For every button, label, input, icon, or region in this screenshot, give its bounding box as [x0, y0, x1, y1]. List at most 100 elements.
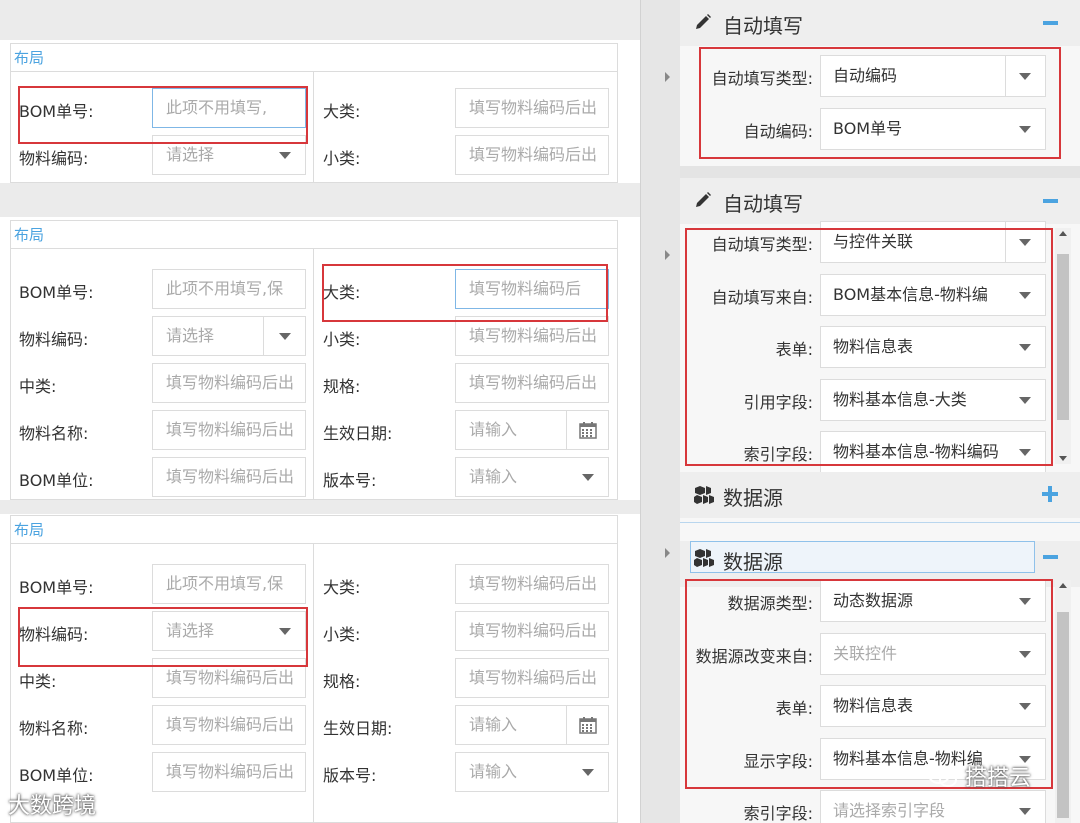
section-header-autofill[interactable]: 自动填写: [680, 178, 1080, 224]
property-value: BOM基本信息-物料编: [833, 284, 988, 304]
calendar-icon[interactable]: [566, 706, 608, 744]
section-header-autofill[interactable]: 自动填写: [680, 0, 1080, 46]
collapse-icon[interactable]: [1043, 555, 1058, 559]
chevron-down-icon[interactable]: [279, 628, 291, 635]
expand-arrow-icon[interactable]: [665, 250, 670, 260]
select-field[interactable]: 请输入: [455, 457, 609, 497]
field-label: BOM单号:: [19, 102, 94, 121]
property-label: 索引字段:: [743, 804, 813, 823]
divider: [680, 522, 1080, 523]
chevron-down-icon[interactable]: [582, 769, 594, 776]
watermark-text: 大数跨境: [8, 794, 97, 819]
collapse-icon[interactable]: [1043, 199, 1058, 203]
field-placeholder: 填写物料编码后出: [469, 574, 598, 593]
field-placeholder: 请输入: [469, 467, 518, 486]
text-field[interactable]: 填写物料编码后出: [455, 316, 609, 356]
chevron-down-icon[interactable]: [1019, 125, 1031, 133]
field-label: BOM单号:: [19, 283, 94, 302]
cubes-icon: [694, 548, 716, 572]
chevron-down-icon[interactable]: [1019, 344, 1031, 351]
calendar-icon[interactable]: [566, 411, 608, 449]
text-field[interactable]: 填写物料编码后出: [455, 88, 609, 128]
text-field[interactable]: 填写物料编码后出: [455, 658, 609, 698]
layout-panel-1[interactable]: 布局 BOM单号: 此项不用填写, 物料编码: 请选择 大类: 填写物料编码后出 小类: 填…: [10, 43, 618, 183]
text-field[interactable]: 填写物料编码后出: [455, 363, 609, 403]
scrollbar-thumb[interactable]: [1057, 254, 1069, 420]
chevron-down-icon[interactable]: [1019, 703, 1031, 710]
expand-arrow-icon[interactable]: [665, 548, 670, 558]
property-select[interactable]: 物料信息表: [820, 326, 1046, 368]
section-title: 数据源: [723, 486, 783, 510]
text-field[interactable]: 填写物料编码后出: [152, 705, 306, 745]
property-select[interactable]: 请选择索引字段: [820, 790, 1046, 823]
section-header-datasource[interactable]: 数据源: [680, 472, 1080, 518]
chevron-down-icon[interactable]: [279, 333, 291, 340]
property-select[interactable]: 自动编码: [820, 55, 1046, 97]
chevron-down-icon[interactable]: [1019, 449, 1031, 456]
chevron-down-icon[interactable]: [1019, 396, 1031, 404]
property-label: 表单:: [775, 340, 813, 359]
text-field[interactable]: 填写物料编码后出: [455, 135, 609, 175]
text-field[interactable]: 填写物料编码后出: [152, 752, 306, 792]
field-placeholder: 此项不用填写,: [166, 98, 268, 117]
property-select[interactable]: 物料信息表: [820, 685, 1046, 727]
property-select[interactable]: 物料基本信息-物料编码: [820, 431, 1046, 473]
text-field[interactable]: 填写物料编码后出: [455, 564, 609, 604]
chevron-down-icon[interactable]: [1019, 650, 1031, 658]
select-field[interactable]: 请选择: [152, 611, 306, 651]
select-field[interactable]: 请选择: [152, 316, 306, 356]
field-placeholder: 请选择: [166, 326, 215, 345]
property-select[interactable]: 关联控件: [820, 632, 1046, 675]
chevron-down-icon[interactable]: [279, 152, 291, 159]
chevron-down-icon[interactable]: [1019, 808, 1031, 815]
text-field[interactable]: 填写物料编码后: [455, 269, 609, 309]
layout-panel-2[interactable]: 布局 BOM单号: 此项不用填写,保 物料编码: 请选择 中类: 填写物料编码后出 物料名称…: [10, 220, 618, 500]
scrollbar[interactable]: [1055, 228, 1071, 464]
property-label: 引用字段:: [743, 392, 813, 412]
text-field[interactable]: 此项不用填写,保: [152, 269, 306, 309]
expand-arrow-icon[interactable]: [665, 72, 670, 82]
collapse-icon[interactable]: [1043, 21, 1058, 25]
splitter-bar[interactable]: [640, 0, 680, 823]
layout-panel-3[interactable]: 布局 BOM单号: 此项不用填写,保 物料编码: 请选择 中类: 填写物料编码后出 物料名称…: [10, 515, 618, 823]
chevron-down-icon[interactable]: [1019, 598, 1031, 605]
form-row: BOM单号: 此项不用填写,保: [11, 564, 313, 604]
property-value: 自动编码: [833, 66, 898, 85]
field-label: 大类:: [323, 283, 361, 302]
scrollbar[interactable]: [1055, 580, 1071, 823]
select-field[interactable]: 请选择: [152, 135, 306, 175]
text-field[interactable]: 填写物料编码后出: [152, 410, 306, 450]
scroll-down-icon[interactable]: [1059, 456, 1067, 461]
form-row: 生效日期: 请输入: [315, 705, 617, 745]
form-row: 版本号: 请输入: [315, 457, 617, 497]
chevron-down-icon[interactable]: [1019, 239, 1031, 246]
property-value: 与控件关联: [833, 232, 914, 251]
scroll-up-icon[interactable]: [1059, 583, 1067, 588]
text-field[interactable]: 此项不用填写,保: [152, 564, 306, 604]
property-select[interactable]: BOM单号: [820, 107, 1046, 150]
date-field[interactable]: 请输入: [455, 410, 609, 450]
text-field[interactable]: 填写物料编码后出: [455, 611, 609, 651]
field-label: 物料名称:: [19, 719, 89, 738]
field-label: 生效日期:: [323, 719, 393, 738]
property-select[interactable]: 动态数据源: [820, 580, 1046, 622]
add-icon[interactable]: [1042, 486, 1058, 502]
text-field[interactable]: 填写物料编码后出: [152, 363, 306, 403]
text-field[interactable]: 填写物料编码后出: [152, 658, 306, 698]
chevron-down-icon[interactable]: [1019, 73, 1031, 80]
chevron-down-icon[interactable]: [1019, 291, 1031, 299]
chevron-down-icon[interactable]: [582, 474, 594, 481]
select-field[interactable]: 请输入: [455, 752, 609, 792]
property-select[interactable]: 物料基本信息-大类: [820, 378, 1046, 421]
form-row: BOM单位: 填写物料编码后出: [11, 752, 313, 792]
property-select[interactable]: 与控件关联: [820, 221, 1046, 263]
canvas-gap: [0, 500, 640, 514]
layout-column-left: BOM单号: 此项不用填写,保 物料编码: 请选择 中类: 填写物料编码后出 物料名称: 填写…: [11, 544, 314, 822]
scroll-up-icon[interactable]: [1059, 231, 1067, 236]
property-select[interactable]: BOM基本信息-物料编: [820, 273, 1046, 316]
field-placeholder: 填写物料编码后出: [166, 762, 295, 781]
date-field[interactable]: 请输入: [455, 705, 609, 745]
text-field[interactable]: 填写物料编码后出: [152, 457, 306, 497]
scrollbar-thumb[interactable]: [1057, 612, 1069, 818]
text-field[interactable]: 此项不用填写,: [152, 88, 306, 128]
